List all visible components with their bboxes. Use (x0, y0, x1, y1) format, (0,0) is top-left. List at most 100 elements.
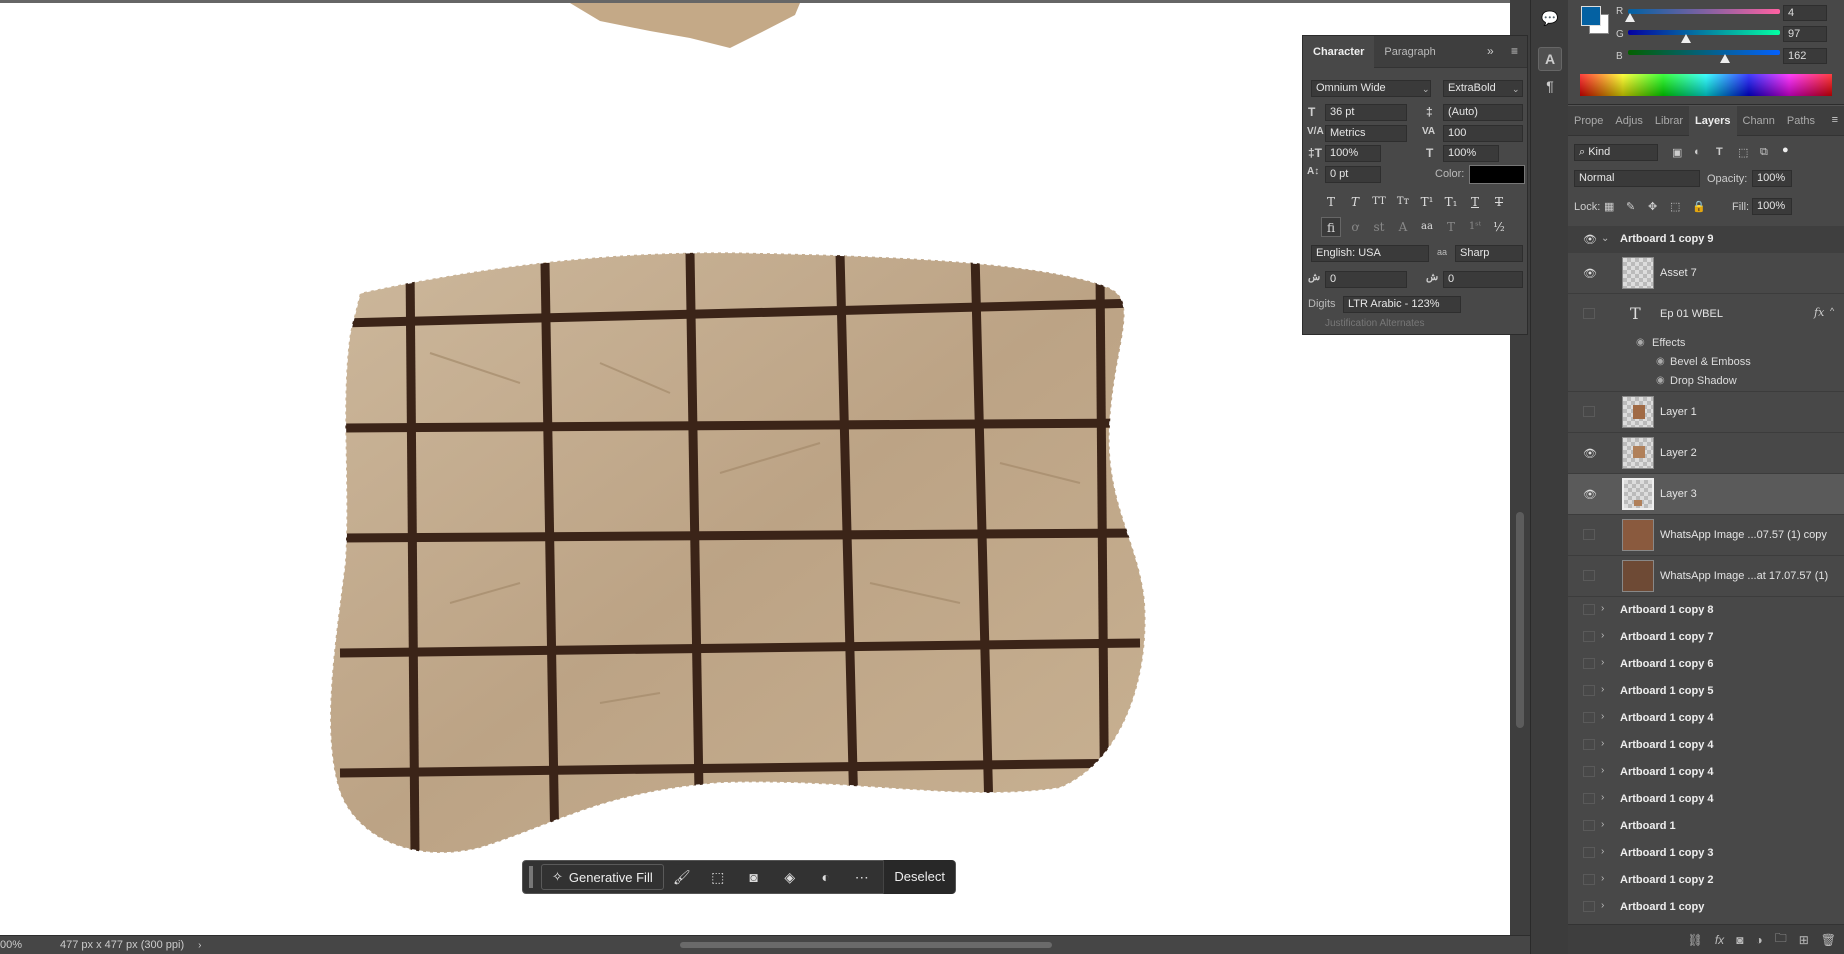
lock-artboard-icon[interactable]: ⬚ (1670, 200, 1680, 213)
chevron-up-icon[interactable]: ^ (1830, 306, 1834, 316)
kashida-field-1[interactable]: 0 (1325, 271, 1407, 288)
filter-type-icon[interactable]: T (1716, 146, 1723, 158)
drop-shadow-row[interactable]: ◉ Drop Shadow (1568, 372, 1844, 392)
chevron-right-icon[interactable]: › (1601, 630, 1604, 641)
small-caps-button[interactable]: Tт (1393, 192, 1413, 212)
artboard-group[interactable]: › Artboard 1 copy 5 (1568, 678, 1844, 705)
character-panel-icon[interactable]: A (1538, 47, 1562, 71)
foreground-color-swatch[interactable] (1581, 6, 1601, 26)
lock-transparent-icon[interactable]: ▦ (1604, 200, 1614, 213)
blend-mode-select[interactable]: Normal (1574, 170, 1700, 187)
filter-kind-select[interactable]: ⌕ Kind (1574, 144, 1658, 161)
visibility-toggle[interactable] (1583, 901, 1595, 912)
layer-row-asset7[interactable]: 👁 Asset 7 (1568, 253, 1844, 294)
text-color-swatch[interactable] (1469, 165, 1525, 184)
lock-all-icon[interactable]: 🔒 (1692, 200, 1706, 213)
chevron-right-icon[interactable]: › (1601, 846, 1604, 857)
artboard-group[interactable]: › Artboard 1 copy (1568, 894, 1844, 921)
filter-smart-object-icon[interactable]: ⧉ (1760, 146, 1768, 159)
tab-paths[interactable]: Paths (1781, 106, 1821, 136)
visibility-toggle[interactable] (1583, 658, 1595, 669)
font-family-dropdown-icon[interactable]: ⌄ (1422, 84, 1430, 95)
link-layers-icon[interactable]: ⛓ (1688, 933, 1703, 947)
adjustment-layer-icon[interactable]: ◑ (1755, 933, 1762, 947)
fx-button-icon[interactable]: fx (1715, 933, 1724, 947)
kashida-field-2[interactable]: 0 (1443, 271, 1523, 288)
layers-panel-menu-icon[interactable]: ≡ (1832, 114, 1838, 126)
document-canvas[interactable] (0, 0, 1510, 935)
blue-slider-thumb[interactable] (1719, 54, 1730, 63)
faux-bold-button[interactable]: T (1321, 192, 1341, 212)
layer-row-layer3[interactable]: 👁 Layer 3 (1568, 474, 1844, 515)
canvas-horizontal-scrollbar[interactable] (680, 942, 1052, 948)
effects-row[interactable]: ◉ Effects (1568, 334, 1844, 354)
visibility-toggle[interactable] (1583, 308, 1595, 319)
comments-icon[interactable]: 💬 (1538, 6, 1562, 30)
chevron-right-icon[interactable]: › (1601, 792, 1604, 803)
layer-row-layer2[interactable]: 👁 Layer 2 (1568, 433, 1844, 474)
titling-alternates-button[interactable]: aa (1417, 217, 1437, 237)
chevron-right-icon[interactable]: › (1601, 900, 1604, 911)
baseline-shift-field[interactable]: 0 pt (1325, 166, 1381, 183)
language-field[interactable]: English: USA (1311, 245, 1429, 262)
visibility-toggle[interactable] (1583, 570, 1595, 581)
artboard-group[interactable]: › Artboard 1 (1568, 813, 1844, 840)
chevron-right-icon[interactable]: › (1601, 819, 1604, 830)
zoom-level[interactable]: 00% (0, 939, 50, 951)
tab-adjustments[interactable]: Adjus (1609, 106, 1649, 136)
green-value[interactable]: 97 (1783, 26, 1827, 42)
red-value[interactable]: 4 (1783, 5, 1827, 21)
modify-selection-brush-icon[interactable]: 🖌 (664, 869, 700, 886)
bevel-emboss-row[interactable]: ◉ Bevel & Emboss (1568, 353, 1844, 373)
add-mask-icon[interactable]: ◙ (1736, 933, 1743, 947)
chevron-right-icon[interactable]: › (1601, 603, 1604, 614)
vertical-scale-field[interactable]: 100% (1325, 145, 1381, 162)
artboard-group[interactable]: › Artboard 1 copy 8 (1568, 597, 1844, 624)
artboard-group[interactable]: › Artboard 1 copy 3 (1568, 840, 1844, 867)
paragraph-panel-icon[interactable]: ¶ (1538, 74, 1562, 98)
layer-row-text[interactable]: T Ep 01 WBEL fx ^ (1568, 294, 1844, 334)
tab-channels[interactable]: Chann (1737, 106, 1781, 136)
red-slider-thumb[interactable] (1625, 13, 1636, 22)
tracking-field[interactable]: 100 (1443, 125, 1523, 142)
visibility-toggle[interactable] (1583, 847, 1595, 858)
digits-field[interactable]: LTR Arabic - 123% (1343, 296, 1461, 313)
chevron-right-icon[interactable]: › (1601, 738, 1604, 749)
green-slider[interactable] (1628, 30, 1780, 35)
mask-from-selection-icon[interactable]: ◙ (736, 869, 772, 885)
artboard-group-open[interactable]: 👁 ⌄ Artboard 1 copy 9 (1568, 226, 1844, 253)
drop-shadow-eye-icon[interactable]: ◉ (1656, 375, 1665, 386)
artboard-group[interactable]: › Artboard 1 copy 2 (1568, 867, 1844, 894)
opacity-field[interactable]: 100% (1752, 170, 1792, 187)
visibility-toggle[interactable] (1583, 631, 1595, 642)
generative-fill-button[interactable]: ✧ Generative Fill (541, 864, 664, 890)
new-layer-icon[interactable]: ⊞ (1799, 933, 1809, 947)
chevron-right-icon[interactable]: › (1601, 765, 1604, 776)
discretionary-ligatures-button[interactable]: ơ (1345, 217, 1365, 237)
tab-properties[interactable]: Prope (1568, 106, 1609, 136)
visibility-eye-icon[interactable]: 👁 (1582, 447, 1598, 460)
visibility-toggle[interactable] (1583, 406, 1595, 417)
red-slider[interactable] (1628, 9, 1780, 14)
layer-row-whatsapp-copy[interactable]: WhatsApp Image ...07.57 (1) copy (1568, 515, 1844, 556)
lock-position-icon[interactable]: ✥ (1648, 200, 1657, 213)
green-slider-thumb[interactable] (1680, 34, 1691, 43)
visibility-toggle[interactable] (1583, 712, 1595, 723)
visibility-eye-icon[interactable]: 👁 (1582, 488, 1598, 501)
fractions-button[interactable]: ½ (1489, 217, 1509, 237)
filter-toggle-icon[interactable]: ● (1782, 144, 1789, 156)
lock-pixels-icon[interactable]: ✎ (1626, 200, 1635, 213)
tab-paragraph[interactable]: Paragraph (1374, 36, 1445, 68)
justification-alternates[interactable]: Justification Alternates (1325, 318, 1425, 329)
visibility-eye-icon[interactable]: 👁 (1582, 267, 1598, 280)
ordinals-button[interactable]: T (1441, 217, 1461, 237)
blue-slider[interactable] (1628, 50, 1780, 55)
layer-row-whatsapp[interactable]: WhatsApp Image ...at 17.07.57 (1) (1568, 556, 1844, 597)
tab-libraries[interactable]: Librar (1649, 106, 1689, 136)
panel-menu-icon[interactable]: ≡ (1511, 44, 1518, 58)
visibility-toggle[interactable] (1583, 529, 1595, 540)
visibility-toggle[interactable] (1583, 604, 1595, 615)
chevron-down-icon[interactable]: ⌄ (1601, 233, 1609, 244)
font-style-field[interactable]: ExtraBold (1443, 80, 1523, 97)
filter-pixel-icon[interactable]: ▣ (1672, 146, 1682, 159)
